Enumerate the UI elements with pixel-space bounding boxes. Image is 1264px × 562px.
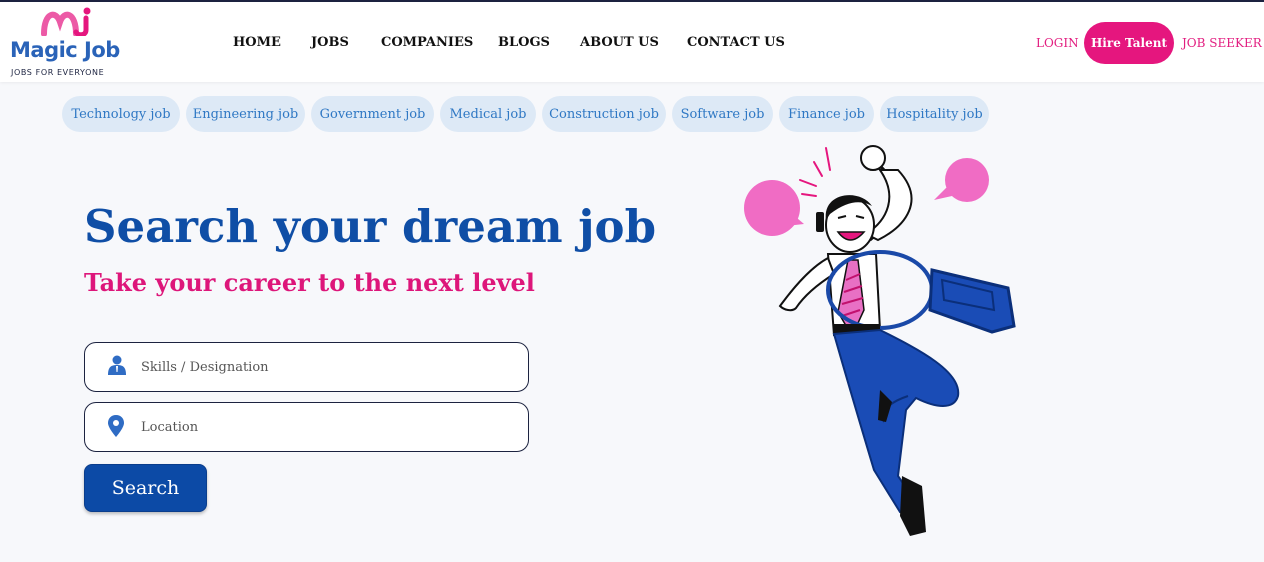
skills-input[interactable] (141, 353, 511, 381)
nav-companies[interactable]: COMPANIES (381, 35, 473, 50)
logo[interactable]: Magic Job JOBS FOR EVERYONE (10, 6, 130, 80)
skills-field[interactable] (84, 342, 529, 392)
nav-blogs[interactable]: BLOGS (498, 35, 550, 50)
brand-tagline: JOBS FOR EVERYONE (11, 68, 105, 77)
hire-talent-button[interactable]: Hire Talent (1084, 22, 1174, 64)
location-input[interactable] (141, 413, 511, 441)
chip-finance-job[interactable]: Finance job (779, 96, 874, 132)
chip-construction-job[interactable]: Construction job (542, 96, 666, 132)
chip-engineering-job[interactable]: Engineering job (186, 96, 305, 132)
nav-jobs[interactable]: JOBS (311, 35, 349, 50)
hero-title: Search your dream job (84, 200, 657, 253)
location-field[interactable] (84, 402, 529, 452)
job-seeker-link[interactable]: JOB SEEKER (1182, 36, 1262, 50)
search-button[interactable]: Search (84, 464, 207, 512)
chip-technology-job[interactable]: Technology job (62, 96, 180, 132)
nav-home[interactable]: HOME (233, 35, 281, 50)
nav-about-us[interactable]: ABOUT US (580, 35, 659, 50)
brand-name: Magic Job (10, 38, 120, 62)
jumping-businessman-illustration (744, 145, 1016, 536)
login-link[interactable]: LOGIN (1036, 36, 1079, 50)
nav-contact-us[interactable]: CONTACT US (687, 35, 785, 50)
logo-icon (41, 7, 91, 36)
map-pin-icon (108, 415, 124, 437)
user-icon (108, 355, 126, 375)
chip-software-job[interactable]: Software job (672, 96, 773, 132)
chip-hospitality-job[interactable]: Hospitality job (880, 96, 989, 132)
hero-subtitle: Take your career to the next level (84, 268, 535, 297)
chip-government-job[interactable]: Government job (311, 96, 434, 132)
navbar: Magic Job JOBS FOR EVERYONE HOME JOBS CO… (0, 2, 1264, 82)
chip-medical-job[interactable]: Medical job (440, 96, 536, 132)
